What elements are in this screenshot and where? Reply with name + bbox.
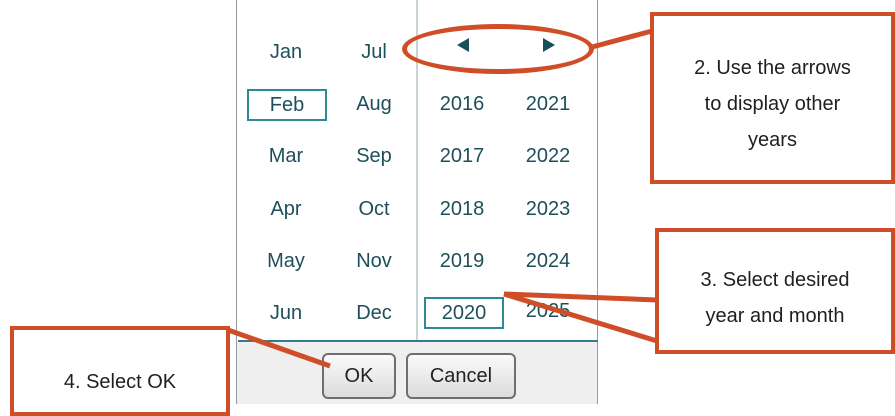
callout-select-line-1: 3. Select desired bbox=[700, 269, 850, 291]
connector-ok bbox=[227, 327, 331, 369]
callout-arrows-line-3: years bbox=[748, 129, 797, 151]
callout-ok-text: 4. Select OK bbox=[63, 371, 177, 393]
connector-arrows bbox=[591, 28, 653, 50]
callout-arrows-line-2: to display other bbox=[704, 93, 841, 115]
callout-select: 3. Select desired year and month bbox=[655, 228, 895, 354]
callout-arrows: 2. Use the arrows to display other years bbox=[650, 12, 895, 184]
callout-ok: 4. Select OK bbox=[10, 326, 230, 416]
callout-select-line-2: year and month bbox=[705, 305, 845, 327]
callout-arrows-line-1: 2. Use the arrows bbox=[694, 57, 851, 79]
